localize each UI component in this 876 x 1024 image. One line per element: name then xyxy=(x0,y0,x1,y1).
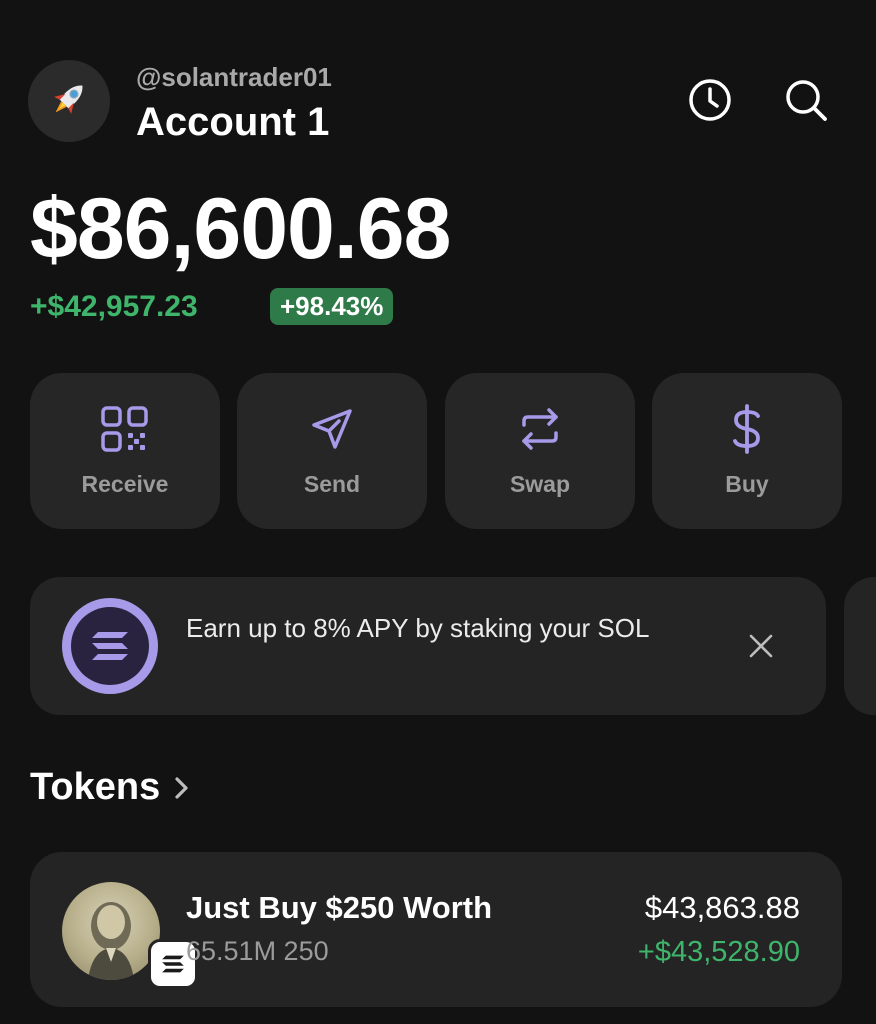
send-button[interactable]: Send xyxy=(237,373,427,529)
swap-label: Swap xyxy=(509,471,571,497)
token-name: Just Buy $250 Worth xyxy=(186,890,493,925)
search-button[interactable] xyxy=(782,78,830,126)
tokens-title: Tokens xyxy=(30,766,161,808)
receive-button[interactable]: Receive xyxy=(30,373,220,529)
clock-icon xyxy=(687,77,733,128)
next-banner-peek[interactable] xyxy=(844,577,876,715)
solana-icon xyxy=(62,598,158,694)
action-bar: Receive Send Swap Buy xyxy=(30,373,842,529)
account-name[interactable]: Account 1 xyxy=(136,100,329,145)
rocket-icon xyxy=(46,76,92,127)
token-logo-image xyxy=(62,882,160,980)
chevron-right-icon xyxy=(172,774,192,802)
total-balance: $86,600.68 xyxy=(30,181,451,277)
balance-change-amount: +$42,957.23 xyxy=(30,290,198,323)
qr-code-icon xyxy=(30,405,220,453)
buy-label: Buy xyxy=(725,471,769,497)
swap-button[interactable]: Swap xyxy=(445,373,635,529)
close-icon[interactable] xyxy=(746,631,776,661)
history-button[interactable] xyxy=(686,78,734,126)
send-icon xyxy=(237,405,427,453)
balance-change-percent-badge: +98.43% xyxy=(270,288,394,325)
dollar-icon xyxy=(652,404,842,454)
token-amount: 65.51M 250 xyxy=(186,936,329,966)
receive-label: Receive xyxy=(81,471,169,497)
token-change: +$43,528.90 xyxy=(637,936,800,968)
token-value: $43,863.88 xyxy=(644,890,800,925)
staking-promo-banner[interactable]: Earn up to 8% APY by staking your SOL xyxy=(30,577,826,715)
token-list-item[interactable]: Just Buy $250 Worth 65.51M 250 $43,863.8… xyxy=(30,852,842,1007)
swap-icon xyxy=(445,405,635,453)
send-label: Send xyxy=(303,471,361,497)
search-icon xyxy=(783,77,829,128)
tokens-section-header[interactable]: Tokens xyxy=(30,766,192,809)
buy-button[interactable]: Buy xyxy=(652,373,842,529)
avatar[interactable] xyxy=(28,60,110,142)
staking-promo-text: Earn up to 8% APY by staking your SOL xyxy=(186,613,650,643)
account-handle[interactable]: @solantrader01 xyxy=(136,62,332,93)
